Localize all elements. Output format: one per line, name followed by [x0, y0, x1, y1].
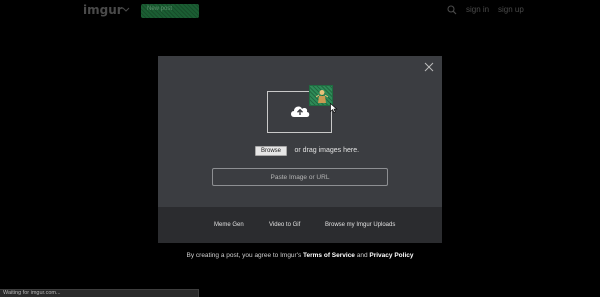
image-preview-icon	[316, 90, 328, 103]
sign-in-link[interactable]: sign in	[466, 5, 489, 14]
status-text: Waiting for imgur.com...	[3, 290, 61, 296]
video-to-gif-link[interactable]: Video to Gif	[269, 222, 300, 228]
new-post-button[interactable]: New post	[141, 4, 199, 18]
paste-url-input[interactable]	[212, 168, 388, 186]
search-icon[interactable]	[447, 5, 457, 15]
browse-button[interactable]: Browse	[255, 145, 288, 156]
sign-up-link[interactable]: sign up	[498, 5, 524, 14]
new-post-label: New post	[147, 6, 173, 12]
drag-instruction: or drag images here.	[294, 147, 360, 155]
browse-row: Browse or drag images here.	[255, 142, 360, 156]
cursor-icon	[330, 103, 338, 113]
privacy-policy-link[interactable]: Privacy Policy	[369, 252, 413, 259]
terms-notice: By creating a post, you agree to Imgur's…	[0, 252, 600, 259]
cloud-upload-icon	[291, 106, 310, 117]
meme-gen-link[interactable]: Meme Gen	[214, 222, 244, 228]
top-navigation-bar: imgur New post sign in sign up	[0, 0, 600, 22]
terms-and: and	[354, 252, 370, 259]
browser-status-bar: Waiting for imgur.com...	[0, 289, 199, 297]
modal-footer: Meme Gen Video to Gif Browse my Imgur Up…	[158, 207, 442, 243]
imgur-logo[interactable]: imgur	[83, 3, 123, 17]
terms-of-service-link[interactable]: Terms of Service	[303, 252, 355, 259]
close-icon[interactable]	[424, 62, 434, 72]
chevron-down-icon[interactable]	[122, 5, 130, 13]
upload-modal: Browse or drag images here. Meme Gen Vid…	[158, 56, 442, 243]
terms-prefix: By creating a post, you agree to Imgur's	[186, 252, 304, 259]
browse-uploads-link[interactable]: Browse my Imgur Uploads	[325, 222, 395, 228]
